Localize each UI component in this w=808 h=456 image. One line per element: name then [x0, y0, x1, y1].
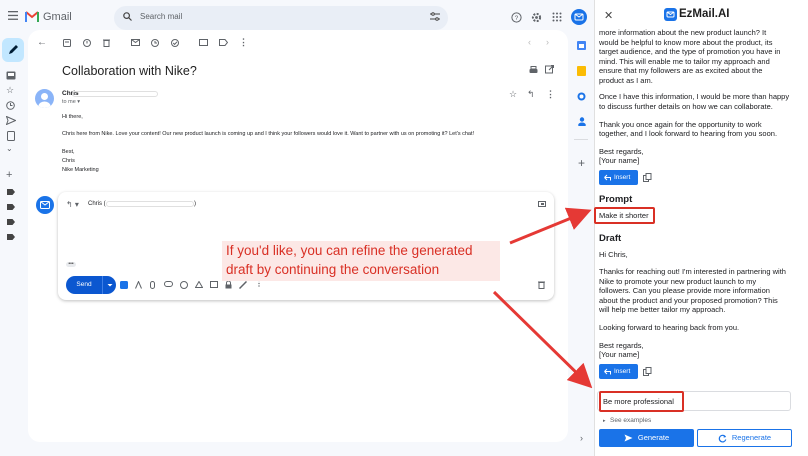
annotation-arrows — [492, 207, 593, 389]
